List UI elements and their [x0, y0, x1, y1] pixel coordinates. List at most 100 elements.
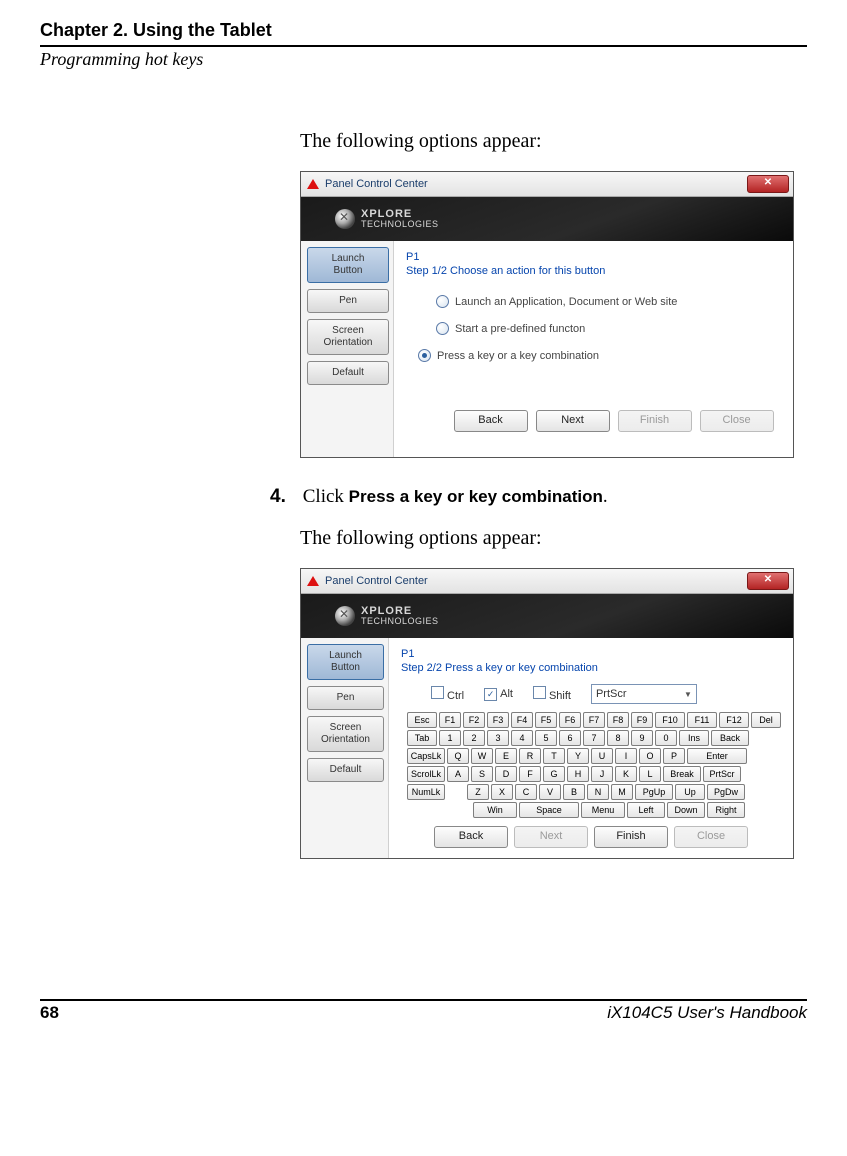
kb-row-5: NumLk ZXCVBNMPgUpUpPgDw [407, 784, 781, 800]
key-l[interactable]: L [639, 766, 661, 782]
key-b[interactable]: B [563, 784, 585, 800]
finish-button[interactable]: Finish [594, 826, 668, 848]
close-button[interactable]: ✕ [747, 572, 789, 590]
step-text-a: Click [303, 486, 349, 507]
key-p[interactable]: P [663, 748, 685, 764]
key-s[interactable]: S [471, 766, 493, 782]
key-h[interactable]: H [567, 766, 589, 782]
ctrl-checkbox[interactable]: Ctrl [431, 686, 464, 702]
next-button[interactable]: Next [536, 410, 610, 432]
key-win[interactable]: Win [473, 802, 517, 818]
key-left[interactable]: Left [627, 802, 665, 818]
key-f12[interactable]: F12 [719, 712, 749, 728]
key-d[interactable]: D [495, 766, 517, 782]
key-u[interactable]: U [591, 748, 613, 764]
key-pgup[interactable]: PgUp [635, 784, 673, 800]
key-f8[interactable]: F8 [607, 712, 629, 728]
key-r[interactable]: R [519, 748, 541, 764]
key-f9[interactable]: F9 [631, 712, 653, 728]
key-x[interactable]: X [491, 784, 513, 800]
key-j[interactable]: J [591, 766, 613, 782]
key-t[interactable]: T [543, 748, 565, 764]
key-f[interactable]: F [519, 766, 541, 782]
key-f7[interactable]: F7 [583, 712, 605, 728]
sidebar-launch-button[interactable]: Launch Button [307, 644, 384, 680]
key-del[interactable]: Del [751, 712, 781, 728]
sidebar-launch-button[interactable]: Launch Button [307, 247, 389, 283]
key-down[interactable]: Down [667, 802, 705, 818]
back-button[interactable]: Back [454, 410, 528, 432]
key-3[interactable]: 3 [487, 730, 509, 746]
sidebar-pen-button[interactable]: Pen [307, 289, 389, 313]
option-predefined[interactable]: Start a pre-defined functon [436, 322, 781, 335]
key-f5[interactable]: F5 [535, 712, 557, 728]
key-f10[interactable]: F10 [655, 712, 685, 728]
key-f6[interactable]: F6 [559, 712, 581, 728]
sidebar-default-button[interactable]: Default [307, 361, 389, 385]
brand-text: XPLORE TECHNOLOGIES [361, 209, 439, 229]
shift-checkbox[interactable]: Shift [533, 686, 571, 702]
key-k[interactable]: K [615, 766, 637, 782]
key-5[interactable]: 5 [535, 730, 557, 746]
key-v[interactable]: V [539, 784, 561, 800]
option-launch-app[interactable]: Launch an Application, Document or Web s… [436, 295, 781, 308]
key-f2[interactable]: F2 [463, 712, 485, 728]
dialog-sidebar: Launch Button Pen Screen Orientation Def… [301, 638, 388, 858]
key-c[interactable]: C [515, 784, 537, 800]
sidebar-screen-orientation-button[interactable]: Screen Orientation [307, 319, 389, 355]
onscreen-keyboard: EscF1F2F3F4F5F6F7F8F9F10F11F12Del Tab123… [407, 712, 781, 818]
alt-checkbox[interactable]: ✓Alt [484, 688, 513, 701]
key-f11[interactable]: F11 [687, 712, 717, 728]
key-1[interactable]: 1 [439, 730, 461, 746]
key-7[interactable]: 7 [583, 730, 605, 746]
key-f1[interactable]: F1 [439, 712, 461, 728]
key-2[interactable]: 2 [463, 730, 485, 746]
key-z[interactable]: Z [467, 784, 489, 800]
key-capslk[interactable]: CapsLk [407, 748, 445, 764]
brand-top: XPLORE [361, 209, 439, 219]
key-i[interactable]: I [615, 748, 637, 764]
key-combo-select[interactable]: PrtScr ▼ [591, 684, 697, 704]
key-esc[interactable]: Esc [407, 712, 437, 728]
key-o[interactable]: O [639, 748, 661, 764]
sidebar-default-button[interactable]: Default [307, 758, 384, 782]
key-g[interactable]: G [543, 766, 565, 782]
key-9[interactable]: 9 [631, 730, 653, 746]
key-space[interactable]: Space [519, 802, 579, 818]
key-y[interactable]: Y [567, 748, 589, 764]
key-scrollk[interactable]: ScrolLk [407, 766, 445, 782]
sidebar-pen-button[interactable]: Pen [307, 686, 384, 710]
key-4[interactable]: 4 [511, 730, 533, 746]
key-ins[interactable]: Ins [679, 730, 709, 746]
key-pgdw[interactable]: PgDw [707, 784, 745, 800]
key-numlk[interactable]: NumLk [407, 784, 445, 800]
sidebar-screen-orientation-button[interactable]: Screen Orientation [307, 716, 384, 752]
radio-icon [418, 349, 431, 362]
dialog-main-panel: P1 Step 2/2 Press a key or key combinati… [388, 638, 793, 858]
checkbox-icon: ✓ [484, 688, 497, 701]
key-m[interactable]: M [611, 784, 633, 800]
key-8[interactable]: 8 [607, 730, 629, 746]
key-enter[interactable]: Enter [687, 748, 747, 764]
key-e[interactable]: E [495, 748, 517, 764]
key-prtscr[interactable]: PrtScr [703, 766, 741, 782]
close-button[interactable]: ✕ [747, 175, 789, 193]
key-0[interactable]: 0 [655, 730, 677, 746]
key-n[interactable]: N [587, 784, 609, 800]
key-back[interactable]: Back [711, 730, 749, 746]
key-tab[interactable]: Tab [407, 730, 437, 746]
key-right[interactable]: Right [707, 802, 745, 818]
key-f4[interactable]: F4 [511, 712, 533, 728]
key-break[interactable]: Break [663, 766, 701, 782]
key-menu[interactable]: Menu [581, 802, 625, 818]
back-button[interactable]: Back [434, 826, 508, 848]
radio-icon [436, 295, 449, 308]
option-key-combination[interactable]: Press a key or a key combination [418, 349, 781, 362]
step-4: 4. Click Press a key or key combination. [270, 486, 800, 508]
key-q[interactable]: Q [447, 748, 469, 764]
key-6[interactable]: 6 [559, 730, 581, 746]
key-w[interactable]: W [471, 748, 493, 764]
key-up[interactable]: Up [675, 784, 705, 800]
key-a[interactable]: A [447, 766, 469, 782]
key-f3[interactable]: F3 [487, 712, 509, 728]
